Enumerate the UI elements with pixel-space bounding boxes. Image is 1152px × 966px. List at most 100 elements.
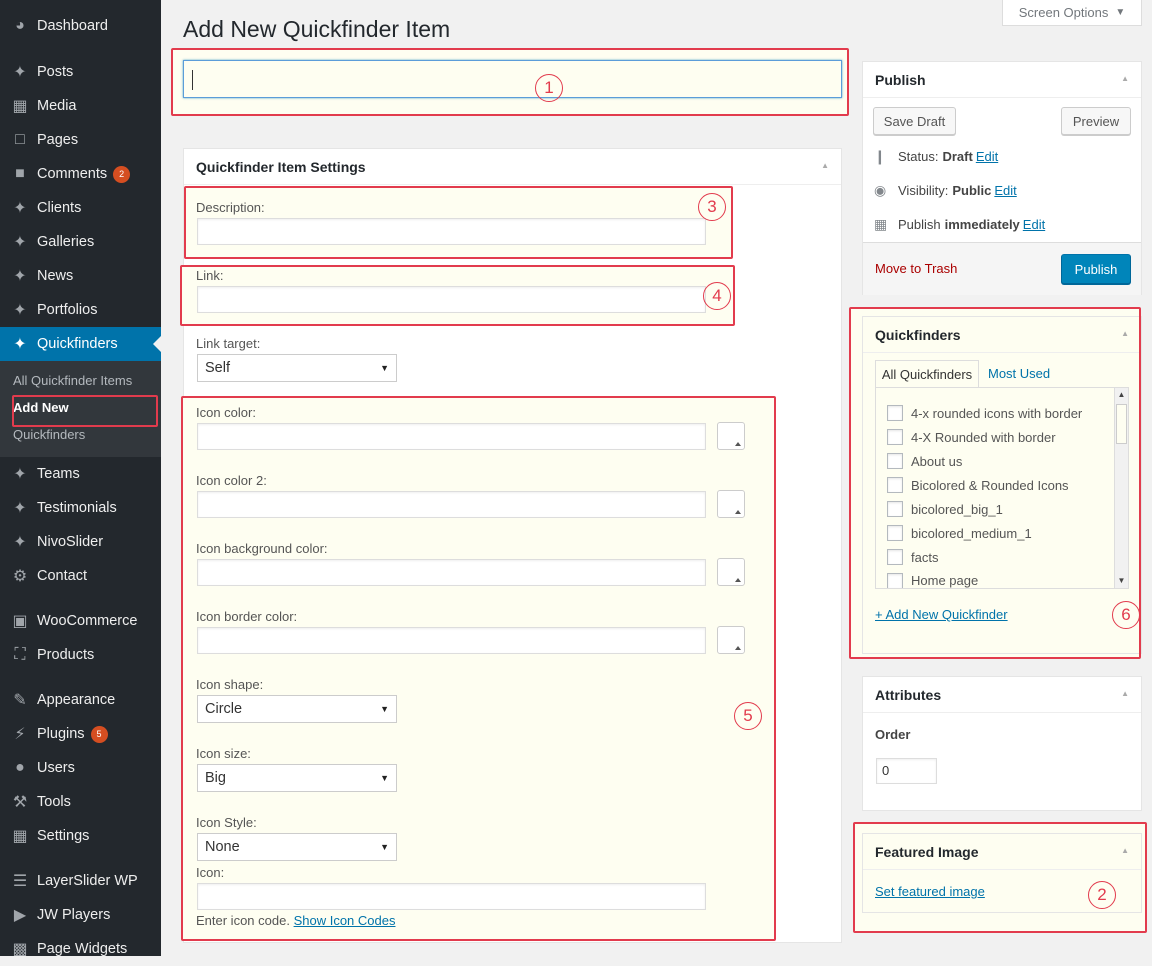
link-target-select[interactable]: Self ▼ xyxy=(197,354,397,382)
collapse-arrow-icon[interactable]: ▲ xyxy=(1121,74,1129,83)
annotation-number-2: 2 xyxy=(1088,881,1116,909)
move-to-trash-link[interactable]: Move to Trash xyxy=(875,261,957,276)
checklist-scrollbar[interactable]: ▲ ▼ xyxy=(1114,388,1128,588)
sidebar-item-tools[interactable]: ⚒ Tools xyxy=(0,785,161,819)
sidebar-item-testimonials[interactable]: ✦ Testimonials xyxy=(0,491,161,525)
annotation-number-6: 6 xyxy=(1112,601,1140,629)
sidebar-item-woocommerce[interactable]: ▣ WooCommerce xyxy=(0,604,161,638)
publish-button[interactable]: Publish xyxy=(1061,254,1131,284)
sidebar-item-portfolios[interactable]: ✦ Portfolios xyxy=(0,293,161,327)
post-title-input[interactable] xyxy=(183,60,842,98)
quickfinders-box-header[interactable]: Quickfinders ▲ xyxy=(863,317,1141,353)
collapse-arrow-icon[interactable]: ▲ xyxy=(821,161,829,170)
description-input[interactable] xyxy=(197,218,706,245)
quickfinder-checkbox-item[interactable]: 4-x rounded icons with border xyxy=(887,405,1082,421)
sidebar-item-teams[interactable]: ✦ Teams xyxy=(0,457,161,491)
attributes-box-header[interactable]: Attributes ▲ xyxy=(863,677,1141,713)
annotation-number-1: 1 xyxy=(535,74,563,102)
featured-image-box-header[interactable]: Featured Image ▲ xyxy=(863,834,1141,870)
media-icon: ▦ xyxy=(12,98,28,115)
pin-icon: ✦ xyxy=(13,234,27,251)
collapse-arrow-icon[interactable]: ▲ xyxy=(1121,689,1129,698)
add-new-quickfinder-link[interactable]: + Add New Quickfinder xyxy=(875,607,1008,622)
screen-options-button[interactable]: Screen Options ▼ xyxy=(1002,0,1142,26)
sidebar-item-media[interactable]: ▦ Media xyxy=(0,89,161,123)
cart-icon: ⛶ xyxy=(14,646,26,663)
checkbox[interactable] xyxy=(887,477,903,493)
order-input[interactable]: 0 xyxy=(876,758,937,784)
description-label: Description: xyxy=(196,200,265,215)
icon-style-select[interactable]: None ▼ xyxy=(197,833,397,861)
scroll-up-arrow-icon[interactable]: ▲ xyxy=(1115,388,1128,402)
icon-background-color-picker-swatch[interactable] xyxy=(717,558,745,586)
checkbox[interactable] xyxy=(887,405,903,421)
sidebar-item-nivoslider[interactable]: ✦ NivoSlider xyxy=(0,525,161,559)
icon-color-2-picker-swatch[interactable] xyxy=(717,490,745,518)
sidebar-item-appearance[interactable]: ✎ Appearance xyxy=(0,683,161,717)
submenu-item-add-new[interactable]: Add New xyxy=(13,400,69,415)
scroll-down-arrow-icon[interactable]: ▼ xyxy=(1115,574,1128,588)
settings-box-header[interactable]: Quickfinder Item Settings ▲ xyxy=(184,149,841,185)
quickfinder-checkbox-item[interactable]: About us xyxy=(887,453,962,469)
sidebar-item-quickfinders[interactable]: ✦ Quickfinders xyxy=(0,327,161,361)
checkbox[interactable] xyxy=(887,549,903,565)
calendar-icon: ▦ xyxy=(874,216,888,232)
icon-border-color-input[interactable] xyxy=(197,627,706,654)
collapse-arrow-icon[interactable]: ▲ xyxy=(1121,329,1129,338)
sidebar-item-news[interactable]: ✦ News xyxy=(0,259,161,293)
scroll-thumb[interactable] xyxy=(1116,404,1127,444)
icon-shape-select[interactable]: Circle ▼ xyxy=(197,695,397,723)
sidebar-item-comments[interactable]: ■ Comments 2 xyxy=(0,157,161,191)
checkbox[interactable] xyxy=(887,573,903,588)
edit-visibility-link[interactable]: Edit xyxy=(994,183,1016,198)
icon-color-input[interactable] xyxy=(197,423,706,450)
publish-box-header[interactable]: Publish ▲ xyxy=(863,62,1141,98)
quickfinder-checkbox-item[interactable]: Home page xyxy=(887,573,978,588)
icon-background-color-input[interactable] xyxy=(197,559,706,586)
quickfinder-checkbox-item[interactable]: Bicolored & Rounded Icons xyxy=(887,477,1069,493)
submenu-item-all-quickfinder-items[interactable]: All Quickfinder Items xyxy=(13,373,132,388)
sidebar-item-clients[interactable]: ✦ Clients xyxy=(0,191,161,225)
save-draft-button[interactable]: Save Draft xyxy=(873,107,956,135)
sidebar-item-galleries[interactable]: ✦ Galleries xyxy=(0,225,161,259)
plugin-icon: ⚡ xyxy=(14,726,26,743)
quickfinder-checkbox-item[interactable]: 4-X Rounded with border xyxy=(887,429,1056,445)
quickfinder-checkbox-item[interactable]: bicolored_medium_1 xyxy=(887,525,1032,541)
sidebar-item-products[interactable]: ⛶ Products xyxy=(0,638,161,672)
quickfinder-checkbox-item[interactable]: facts xyxy=(887,549,938,565)
quickfinder-checkbox-item[interactable]: bicolored_big_1 xyxy=(887,501,1003,517)
icon-color-picker-swatch[interactable] xyxy=(717,422,745,450)
edit-status-link[interactable]: Edit xyxy=(976,149,998,164)
sidebar-item-dashboard[interactable]: ◕ Dashboard xyxy=(0,9,161,43)
checkbox[interactable] xyxy=(887,525,903,541)
visibility-row: ◉ Visibility: Public Edit xyxy=(874,182,1017,198)
sidebar-item-contact[interactable]: ⚙ Contact xyxy=(0,559,161,593)
submenu-item-quickfinders[interactable]: Quickfinders xyxy=(13,427,85,442)
icon-code-input[interactable] xyxy=(197,883,706,910)
icon-size-select[interactable]: Big ▼ xyxy=(197,764,397,792)
jw-icon: ▶ xyxy=(13,907,27,924)
checkbox[interactable] xyxy=(887,453,903,469)
tab-all-quickfinders[interactable]: All Quickfinders xyxy=(875,360,979,388)
collapse-arrow-icon[interactable]: ▲ xyxy=(1121,846,1129,855)
sidebar-item-pages[interactable]: □ Pages xyxy=(0,123,161,157)
sidebar-item-posts[interactable]: ✦ Posts xyxy=(0,55,161,89)
tab-most-used[interactable]: Most Used xyxy=(988,366,1050,381)
sidebar-item-layerslider[interactable]: ☰ LayerSlider WP xyxy=(0,864,161,898)
preview-button[interactable]: Preview xyxy=(1061,107,1131,135)
show-icon-codes-link[interactable]: Show Icon Codes xyxy=(294,913,396,928)
icon-color-2-input[interactable] xyxy=(197,491,706,518)
checkbox[interactable] xyxy=(887,501,903,517)
sidebar-item-users[interactable]: ● Users xyxy=(0,751,161,785)
sidebar-item-settings[interactable]: ▦ Settings xyxy=(0,819,161,853)
edit-publish-date-link[interactable]: Edit xyxy=(1023,217,1045,232)
link-input[interactable] xyxy=(197,286,706,313)
icon-border-color-picker-swatch[interactable] xyxy=(717,626,745,654)
sidebar-item-page-widgets[interactable]: ▩ Page Widgets xyxy=(0,932,161,966)
icon-color-label: Icon color: xyxy=(196,405,256,420)
checkbox[interactable] xyxy=(887,429,903,445)
sidebar-item-jw-players[interactable]: ▶ JW Players xyxy=(0,898,161,932)
sidebar-item-plugins[interactable]: ⚡ Plugins 5 xyxy=(0,717,161,751)
dropdown-arrow-icon: ▼ xyxy=(380,773,389,783)
set-featured-image-link[interactable]: Set featured image xyxy=(875,884,985,899)
